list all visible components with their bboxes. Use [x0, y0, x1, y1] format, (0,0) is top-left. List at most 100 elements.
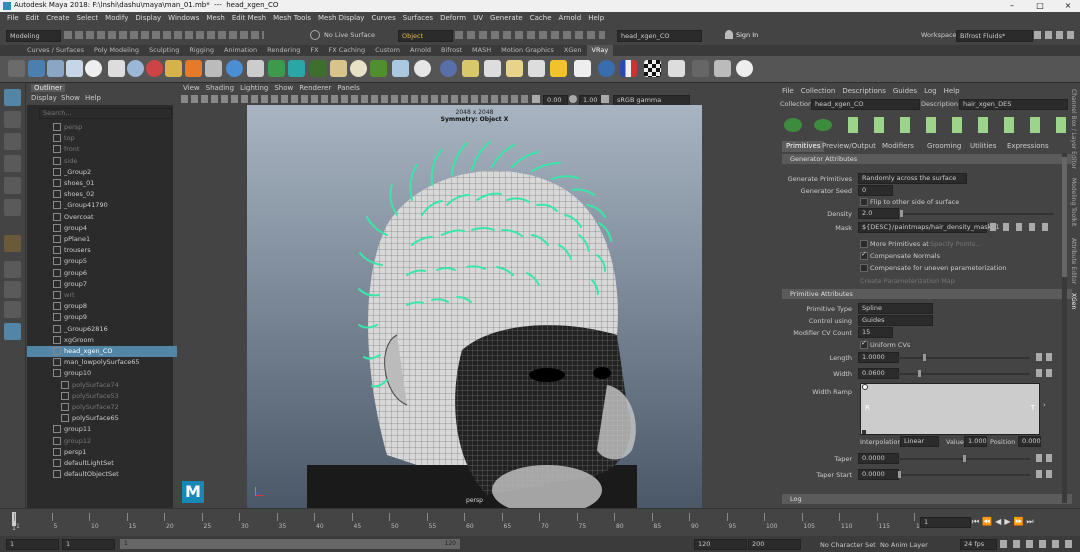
tab-grooming[interactable]: Grooming — [927, 141, 961, 152]
outliner-item[interactable]: _Group41790 — [27, 200, 193, 211]
outliner-menu-display[interactable]: Display — [31, 94, 57, 102]
width-field[interactable]: 0.0600 — [858, 368, 899, 379]
viewport-menu-lighting[interactable]: Lighting — [240, 83, 268, 94]
outliner-menu-show[interactable]: Show — [61, 94, 80, 102]
menu-curves[interactable]: Curves — [371, 12, 395, 25]
length-slider-knob[interactable] — [923, 354, 926, 361]
shelf-tab-rendering[interactable]: Rendering — [262, 45, 305, 56]
viewport-toolbar-icons[interactable] — [181, 95, 531, 103]
xgen-menu-guides[interactable]: Guides — [893, 87, 917, 95]
side-tab-xgen[interactable]: XGen — [1070, 293, 1077, 309]
red-sphere-icon[interactable] — [146, 60, 163, 77]
status-tool-icons[interactable] — [64, 31, 264, 39]
workspace-dropdown[interactable]: Bifrost Fluids* — [956, 30, 1033, 42]
menu-mesh[interactable]: Mesh — [206, 12, 224, 25]
xgen-scrollbar[interactable] — [1062, 153, 1067, 503]
maximize-button[interactable]: □ — [1028, 0, 1052, 12]
side-tab-attribute-editor[interactable]: Attribute Editor — [1070, 238, 1077, 284]
magnet-icon[interactable] — [310, 30, 320, 40]
playback-controls[interactable]: ⏮⏪◀▶⏩⏭ — [972, 517, 1072, 527]
viewport-menu-view[interactable]: View — [183, 83, 200, 94]
fur-icon[interactable] — [310, 60, 327, 77]
outliner-item[interactable]: pPlane1 — [27, 234, 193, 245]
plane-light-icon[interactable] — [462, 60, 479, 77]
white-sphere-icon[interactable] — [414, 60, 431, 77]
vray-render-icon[interactable] — [28, 60, 45, 77]
outliner-item[interactable]: polySurface65 — [27, 413, 201, 424]
tab-utilities[interactable]: Utilities — [970, 141, 996, 152]
taper-start-slider-knob[interactable] — [898, 471, 901, 478]
cone-icon[interactable] — [528, 60, 545, 77]
outliner-item[interactable]: defaultLightSet — [27, 458, 193, 469]
outliner-item[interactable]: polySurface74 — [27, 380, 201, 391]
viewport-menu-show[interactable]: Show — [274, 83, 293, 94]
shelf-tab-fx-caching[interactable]: FX Caching — [324, 45, 371, 56]
generate-primitives-dropdown[interactable]: Randomly across the surface — [858, 173, 967, 184]
flip-checkbox[interactable] — [860, 198, 868, 206]
taper-start-expression-icons[interactable] — [1036, 470, 1054, 478]
shelf-tab-animation[interactable]: Animation — [219, 45, 262, 56]
outliner-item[interactable]: xgGroom — [27, 335, 193, 346]
tree-icon[interactable] — [268, 60, 285, 77]
shelf-tab-rigging[interactable]: Rigging — [184, 45, 219, 56]
outliner-item[interactable]: _Group62816 — [27, 324, 193, 335]
menu-arnold[interactable]: Arnold — [559, 12, 582, 25]
checker-icon[interactable] — [644, 60, 661, 77]
layout-icons[interactable] — [1034, 31, 1076, 39]
length-expression-icons[interactable] — [1036, 353, 1054, 361]
ramp-end-handle[interactable] — [862, 430, 866, 434]
environment-icon[interactable] — [598, 60, 615, 77]
shelf-tab-curves[interactable]: Curves / Surfaces — [22, 45, 89, 56]
mask-field[interactable]: ${DESC}/paintmaps/hair_density_mask01 — [858, 222, 1000, 233]
description-icon[interactable] — [814, 119, 832, 131]
outliner-item[interactable]: defaultObjectSet — [27, 469, 193, 480]
control-using-dropdown[interactable]: Guides — [858, 315, 933, 326]
side-tab-modeling-toolkit[interactable]: Modeling Toolkit — [1070, 178, 1077, 226]
outliner-item[interactable]: wrt — [27, 290, 193, 301]
modifier-cv-field[interactable]: 15 — [858, 327, 893, 338]
menu-mesh-display[interactable]: Mesh Display — [318, 12, 364, 25]
menu-create[interactable]: Create — [46, 12, 69, 25]
flag-icon[interactable] — [620, 60, 637, 77]
shelf-tab-motion-graphics[interactable]: Motion Graphics — [496, 45, 559, 56]
exposure-icon[interactable] — [532, 95, 540, 103]
compensate-normals-checkbox[interactable]: ✓ — [860, 250, 868, 260]
globe-icon[interactable] — [226, 60, 243, 77]
outliner-item[interactable]: front — [27, 144, 193, 155]
color-management-icon[interactable] — [601, 95, 609, 103]
ramp-expand-icon[interactable]: › — [1043, 401, 1046, 409]
grass-icon[interactable] — [370, 60, 387, 77]
shelf-tab-custom[interactable]: Custom — [370, 45, 405, 56]
anim-pref-icons[interactable] — [1000, 540, 1076, 548]
viewport-menu-renderer[interactable]: Renderer — [299, 83, 331, 94]
outliner-item[interactable]: polySurface72 — [27, 402, 201, 413]
value-field[interactable]: 1.000 — [964, 436, 987, 447]
shelf-tab-vray[interactable]: VRay — [586, 45, 614, 56]
rotate-tool-icon[interactable] — [4, 177, 21, 194]
object-field[interactable]: Object — [398, 30, 453, 42]
width-slider-knob[interactable] — [918, 370, 921, 377]
mask-tool-icons[interactable] — [990, 223, 1052, 231]
taper-start-field[interactable]: 0.0000 — [858, 469, 899, 480]
log-section-header[interactable]: Log — [782, 494, 1072, 504]
grid-icon[interactable] — [714, 60, 731, 77]
compensate-uneven-checkbox[interactable] — [860, 264, 868, 272]
name-field[interactable]: head_xgen_CO — [617, 30, 702, 42]
shelf-tab-sculpting[interactable]: Sculpting — [144, 45, 184, 56]
single-view-icon[interactable] — [4, 261, 21, 278]
outliner-item[interactable]: persp1 — [27, 447, 193, 458]
menu-cache[interactable]: Cache — [530, 12, 552, 25]
menu-file[interactable]: File — [7, 12, 19, 25]
spot-light-icon[interactable] — [484, 60, 501, 77]
menu-windows[interactable]: Windows — [168, 12, 199, 25]
outliner-item[interactable]: group9 — [27, 312, 193, 323]
ramp-start-handle[interactable] — [862, 384, 868, 390]
generator-attributes-header[interactable]: Generator Attributes — [782, 154, 1072, 164]
menu-help[interactable]: Help — [588, 12, 604, 25]
lasso-tool-icon[interactable] — [4, 111, 21, 128]
tab-preview-output[interactable]: Preview/Output — [822, 141, 876, 152]
xgen-menu-log[interactable]: Log — [924, 87, 937, 95]
menu-display[interactable]: Display — [135, 12, 161, 25]
outliner-item[interactable]: group7 — [27, 279, 193, 290]
width-expression-icons[interactable] — [1036, 369, 1054, 377]
